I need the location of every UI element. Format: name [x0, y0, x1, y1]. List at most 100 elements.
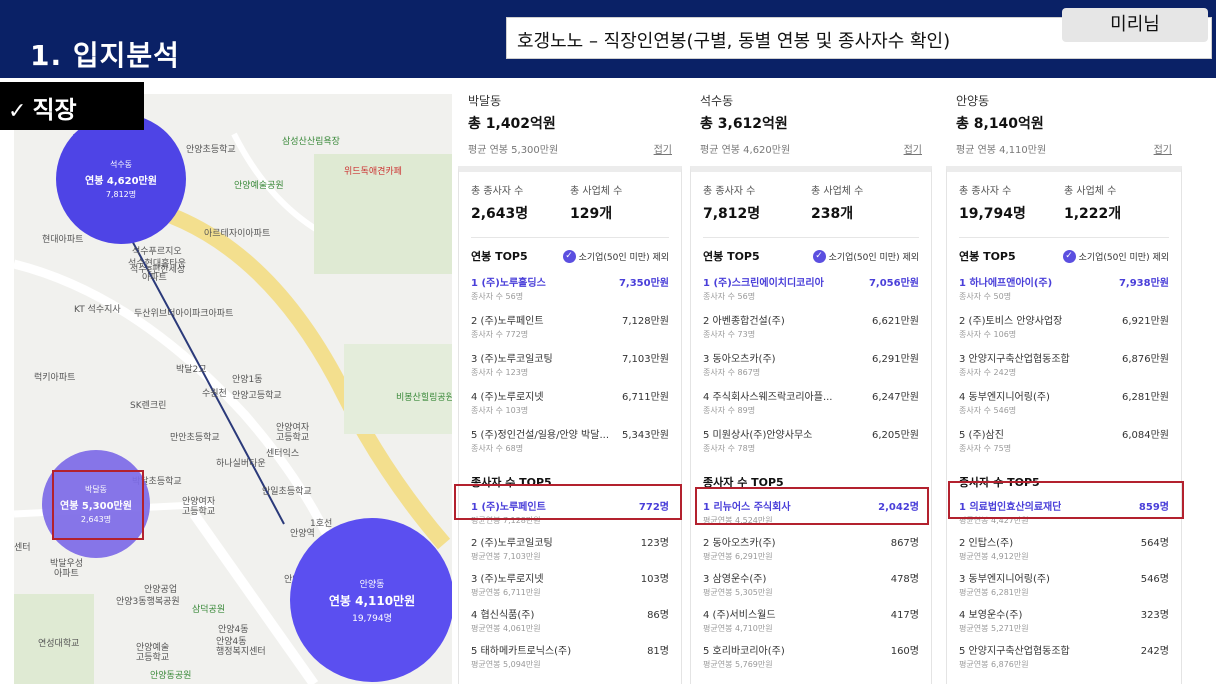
stat-value: 1,222개: [1064, 206, 1122, 222]
salary-top5-header: 연봉 TOP5 ✓ 소기업(50인 미만) 제외: [959, 248, 1169, 264]
bubble-name: 안양동: [359, 579, 385, 590]
map-label: 안양역: [290, 529, 315, 539]
company-sub: 종사자 수 68명: [471, 444, 524, 453]
company-value: 103명: [640, 574, 669, 585]
map-label: 센터: [14, 543, 31, 553]
company-value: 6,876만원: [1121, 354, 1169, 365]
list-item[interactable]: 3 안양지구축산업협동조합 6,876만원 종사자 수 242명: [959, 350, 1169, 378]
panel-anyang: 안양동 총 8,140억원 평균 연봉 4,110만원 접기 총 종사자 수 1…: [944, 84, 1184, 684]
list-item[interactable]: 2 동아오츠카(주) 867명 평균연봉 6,291만원: [703, 534, 919, 562]
stat-label: 총 사업체 수: [1064, 186, 1117, 197]
list-item[interactable]: 2 (주)토비스 안양사업장 6,921만원 종사자 수 106명: [959, 312, 1169, 340]
map-label: 위드독애견카페: [344, 167, 402, 177]
panel-dong: 석수동: [700, 94, 734, 108]
company-name: 2 인탑스(주): [959, 538, 1014, 549]
list-item[interactable]: 1 (주)스크린에이치디코리아 7,056만원 종사자 수 56명: [703, 274, 919, 302]
panel-bakdal: 박달동 총 1,402억원 평균 연봉 5,300만원 접기 총 종사자 수 2…: [456, 84, 684, 684]
list-item[interactable]: 1 (주)노루홀딩스 7,350만원 종사자 수 56명: [471, 274, 669, 302]
emp-top5-list: 1 (주)노루페인트 772명 평균연봉 7,128만원 2 (주)노루코일코팅 12…: [471, 498, 669, 670]
company-name: 4 보영운수(주): [959, 610, 1023, 621]
company-value: 7,938만원: [1118, 278, 1169, 289]
slide-header: 1. 입지분석 호갱노노 – 직장인연봉(구별, 동별 연봉 및 종사자수 확인…: [0, 0, 1216, 78]
company-sub: 종사자 수 546명: [959, 406, 1017, 415]
list-item[interactable]: 2 아벤종합건설(주) 6,621만원 종사자 수 73명: [703, 312, 919, 340]
list-item[interactable]: 5 태하메카트로닉스(주) 81명 평균연봉 5,094만원: [471, 642, 669, 670]
company-sub: 종사자 수 56명: [471, 292, 524, 301]
exclude-toggle[interactable]: ✓ 소기업(50인 미만) 제외: [1062, 249, 1169, 263]
highlight-box-anyang-top1: [948, 481, 1184, 519]
bubble-name: 석수동: [109, 159, 133, 169]
company-sub: 평균연봉 5,305만원: [703, 588, 773, 597]
bubble-seoksu[interactable]: 석수동 연봉 4,620만원 7,812명: [56, 114, 186, 244]
map-label: 삼성산산림욕장: [282, 137, 340, 147]
panel-avg: 평균 연봉 4,110만원 접기: [956, 141, 1184, 156]
map-label: 안양고등학교: [232, 391, 282, 401]
list-item[interactable]: 5 안양지구축산업협동조합 242명 평균연봉 6,876만원: [959, 642, 1169, 670]
company-sub: 평균연봉 6,711만원: [471, 588, 541, 597]
panel-total: 총 3,612억원: [700, 116, 788, 132]
exclude-toggle[interactable]: ✓ 소기업(50인 미만) 제외: [562, 249, 669, 263]
bubble-anyang[interactable]: 안양동 연봉 4,110만원 19,794명: [290, 518, 452, 682]
stat-employees: 총 종사자 수 7,812명: [703, 182, 811, 223]
stats-row: 총 종사자 수 7,812명 총 사업체 수 238개: [703, 182, 919, 223]
company-name: 3 삼영운수(주): [703, 574, 767, 585]
list-item[interactable]: 5 호리바코리아(주) 160명 평균연봉 5,769만원: [703, 642, 919, 670]
list-item[interactable]: 3 동부엔지니어링(주) 546명 평균연봉 6,281만원: [959, 570, 1169, 598]
list-item[interactable]: 4 주식회사스웨즈락코리아플... 6,247만원 종사자 수 89명: [703, 388, 919, 416]
company-name: 1 하나에프앤아이(주): [959, 278, 1053, 289]
company-value: 6,921만원: [1121, 316, 1169, 327]
list-item[interactable]: 2 (주)노루코일코팅 123명 평균연봉 7,103만원: [471, 534, 669, 562]
company-name: 2 동아오츠카(주): [703, 538, 776, 549]
list-item[interactable]: 4 협신식품(주) 86명 평균연봉 4,061만원: [471, 606, 669, 634]
company-sub: 평균연봉 4,710만원: [703, 624, 773, 633]
company-value: 478명: [890, 574, 919, 585]
list-item[interactable]: 3 삼영운수(주) 478명평균연봉 5,305만원: [703, 570, 919, 598]
salary-top5-header: 연봉 TOP5 ✓ 소기업(50인 미만) 제외: [471, 248, 669, 264]
company-value: 7,128만원: [621, 316, 669, 327]
list-item[interactable]: 4 동부엔지니어링(주) 6,281만원 종사자 수 546명: [959, 388, 1169, 416]
list-item[interactable]: 5 (주)정인건설/일용/안양 박달... 5,343만원 종사자 수 68명: [471, 426, 669, 454]
company-sub: 종사자 수 50명: [959, 292, 1012, 301]
map-label: 안양초등학교: [186, 145, 236, 155]
list-item[interactable]: 4 (주)노루로지넷 6,711만원 종사자 수 103명: [471, 388, 669, 416]
list-item[interactable]: 3 동아오츠카(주) 6,291만원 종사자 수 867명: [703, 350, 919, 378]
fold-link[interactable]: 접기: [654, 141, 672, 156]
company-name: 3 동부엔지니어링(주): [959, 574, 1050, 585]
company-name: 4 주식회사스웨즈락코리아플...: [703, 392, 833, 403]
map-label: KT 석수지사: [74, 305, 121, 315]
list-item[interactable]: 2 (주)노루페인트 7,128만원 종사자 수 772명: [471, 312, 669, 340]
exclude-toggle[interactable]: ✓ 소기업(50인 미만) 제외: [812, 249, 919, 263]
map-view[interactable]: 삼성산산림욕장 안양초등학교 위드독애견카페 안양예술공원 현대아파트 아르테자…: [14, 94, 452, 684]
list-item[interactable]: 2 인탑스(주) 564명 평균연봉 4,912만원: [959, 534, 1169, 562]
highlight-box-bakdal-top1: [454, 484, 682, 520]
map-label: 안양동공원: [150, 671, 192, 681]
map-label: 아파트: [54, 569, 79, 579]
company-name: 5 안양지구축산업협동조합: [959, 646, 1070, 657]
map-label: 안양1동: [232, 375, 263, 385]
map-label: 안일초등학교: [262, 487, 312, 497]
panel-seoksu: 석수동 총 3,612억원 평균 연봉 4,620만원 접기 총 종사자 수 7…: [688, 84, 934, 684]
list-item[interactable]: 5 미원상사(주)안양사무소 6,205만원 종사자 수 78명: [703, 426, 919, 454]
company-value: 123명: [640, 538, 669, 549]
map-label: 센터익스: [266, 449, 300, 459]
bubble-salary: 연봉 4,110만원: [328, 593, 416, 608]
list-item[interactable]: 4 보영운수(주) 323명 평균연봉 5,271만원: [959, 606, 1169, 634]
stat-label: 총 사업체 수: [570, 186, 623, 197]
company-name: 2 아벤종합건설(주): [703, 316, 785, 327]
panel-dong: 안양동: [956, 94, 990, 108]
panel-total: 총 8,140억원: [956, 116, 1044, 132]
list-item[interactable]: 1 하나에프앤아이(주) 7,938만원종사자 수 50명: [959, 274, 1169, 302]
company-name: 5 호리바코리아(주): [703, 646, 785, 657]
list-item[interactable]: 3 (주)노루로지넷 103명 평균연봉 6,711만원: [471, 570, 669, 598]
stat-companies: 총 사업체 수 1,222개: [1064, 182, 1169, 223]
list-item[interactable]: 4 (주)서비스월드 417명 평균연봉 4,710만원: [703, 606, 919, 634]
company-value: 7,056만원: [868, 278, 919, 289]
company-name: 5 (주)정인건설/일용/안양 박달...: [471, 430, 609, 441]
fold-link[interactable]: 접기: [1154, 141, 1172, 156]
list-item[interactable]: 3 (주)노루코일코팅 7,103만원 종사자 수 123명: [471, 350, 669, 378]
list-item[interactable]: 5 (주)삼진 6,084만원 종사자 수 75명: [959, 426, 1169, 454]
map-label: 비봉산힐링공원: [396, 393, 452, 403]
fold-link[interactable]: 접기: [904, 141, 922, 156]
stat-value: 2,643명: [471, 206, 529, 222]
company-name: 2 (주)노루페인트: [471, 316, 544, 327]
